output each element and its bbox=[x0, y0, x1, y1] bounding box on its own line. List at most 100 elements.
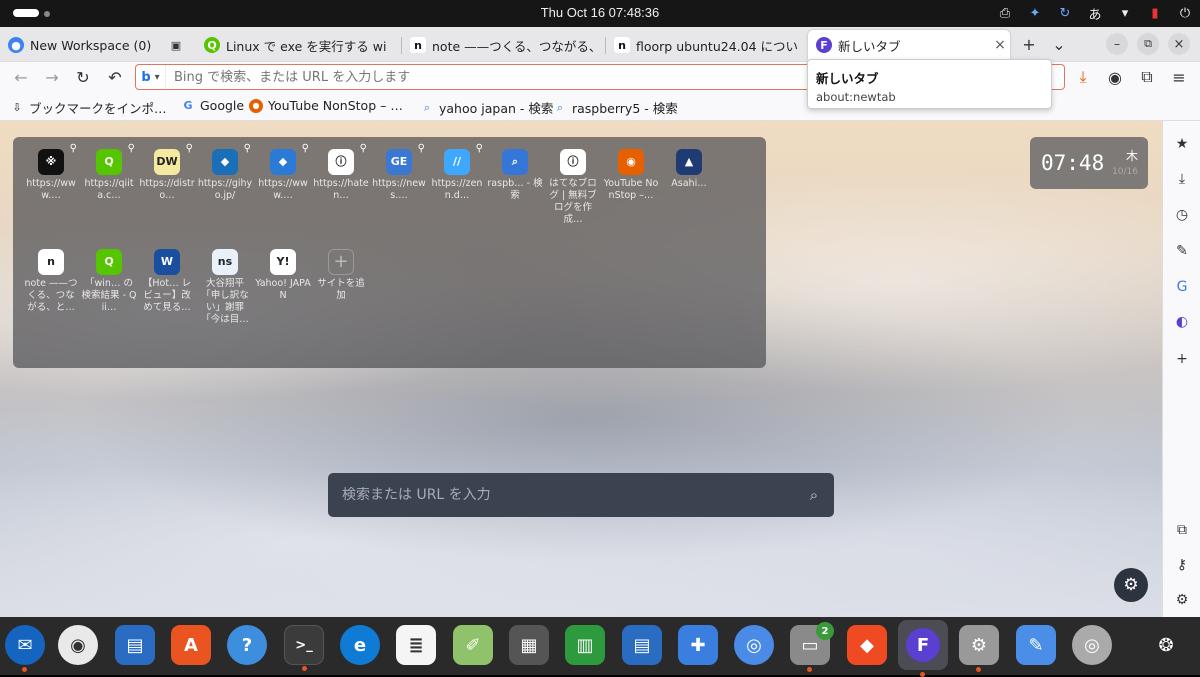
passwords-key-icon[interactable]: ⚷ bbox=[1163, 554, 1200, 576]
bookmarks-star-icon[interactable]: ★ bbox=[1163, 133, 1200, 155]
printer-icon[interactable]: ⎙ bbox=[990, 6, 1020, 21]
app-center-icon[interactable]: A bbox=[171, 625, 211, 665]
bookmark-google[interactable]: G Google bbox=[181, 98, 244, 113]
top-site-tile[interactable]: Q 「win… の検索結果 - Qii… bbox=[81, 249, 137, 314]
notes-pen-icon[interactable]: ✎ bbox=[1163, 240, 1200, 262]
pin-icon[interactable]: ⚲ bbox=[302, 143, 309, 155]
gimp-icon[interactable]: ✐ bbox=[453, 625, 493, 665]
writer-icon[interactable]: ▤ bbox=[115, 625, 155, 665]
top-site-tile[interactable]: ◉ YouTube NonStop –… bbox=[603, 149, 659, 202]
files-icon[interactable]: ▭ 2 bbox=[790, 622, 834, 672]
account-icon[interactable]: ◉ bbox=[1104, 66, 1126, 88]
top-site-tile[interactable]: ※ ⚲ https://www.… bbox=[23, 143, 79, 202]
newtab-search-input[interactable] bbox=[328, 487, 794, 503]
top-site-tile[interactable]: // ⚲ https://zenn.d… bbox=[429, 143, 485, 202]
tab-new-tab[interactable]: F 新しいタブ × bbox=[808, 30, 1010, 60]
minimize-button[interactable]: – bbox=[1106, 33, 1128, 55]
bookmark-import[interactable]: ⇩ ブックマークをインポ… bbox=[10, 98, 166, 117]
add-panel-icon[interactable]: + bbox=[1163, 348, 1200, 370]
forward-button[interactable]: → bbox=[41, 66, 63, 88]
top-site-tile[interactable]: ns 大谷翔平「申し訳ない」謝罪「今は目… bbox=[197, 249, 253, 326]
power-icon[interactable]: ⏻ bbox=[1170, 6, 1200, 21]
reload-button[interactable]: ↻ bbox=[72, 66, 94, 88]
site-favicon-icon: ⌕ bbox=[502, 149, 528, 175]
undo-close-tab-button[interactable]: ↶ bbox=[104, 66, 126, 88]
restore-button[interactable]: ⧉ bbox=[1137, 33, 1159, 55]
firefox-icon: ● bbox=[249, 98, 263, 113]
downloads-sidebar-icon[interactable]: ⤓ bbox=[1163, 168, 1200, 190]
notes-app-icon[interactable]: ✎ bbox=[1016, 625, 1056, 665]
battery-icon[interactable]: ▮ bbox=[1140, 6, 1170, 21]
copilot-icon[interactable]: ✦ bbox=[1020, 6, 1050, 21]
edge-icon[interactable]: e bbox=[340, 625, 380, 665]
top-site-tile[interactable]: Y! Yahoo! JAPAN bbox=[255, 249, 311, 302]
top-site-tile[interactable]: ⌕ raspb… - 検索 bbox=[487, 149, 543, 202]
top-site-tile[interactable]: Q ⚲ https://qiita.c… bbox=[81, 143, 137, 202]
top-site-tile[interactable]: n note ——つくる、つながる、と… bbox=[23, 249, 79, 314]
close-tab-icon[interactable]: × bbox=[990, 37, 1010, 53]
bookmark-yahoo-search[interactable]: ⌕ yahoo japan - 検索 bbox=[420, 98, 553, 117]
rhythmbox-icon[interactable]: ◉ bbox=[58, 625, 98, 665]
pin-icon[interactable]: ⚲ bbox=[360, 143, 367, 155]
history-icon[interactable]: ◷ bbox=[1163, 204, 1200, 226]
help-icon[interactable]: ? bbox=[227, 625, 267, 665]
site-favicon-icon: W bbox=[154, 249, 180, 275]
top-site-tile[interactable]: + サイトを追加 bbox=[313, 249, 369, 302]
tab-workspace[interactable]: ● New Workspace (0) bbox=[0, 30, 160, 60]
pin-icon[interactable]: ⚲ bbox=[476, 143, 483, 155]
sidebar-settings-gear-icon[interactable]: ⚙ bbox=[1163, 589, 1200, 611]
sync-icon[interactable]: ↻ bbox=[1050, 6, 1080, 21]
clock-date: 10/16 bbox=[1112, 167, 1138, 177]
newtab-search-box[interactable]: ⌕ bbox=[328, 473, 834, 517]
workspaces-icon[interactable]: ▦ bbox=[509, 625, 549, 665]
search-engine-selector[interactable]: b ▾ bbox=[136, 65, 166, 89]
new-tab-button[interactable]: + bbox=[1018, 33, 1040, 55]
brave-icon[interactable]: ◆ bbox=[847, 625, 887, 665]
calc-icon[interactable]: ▥ bbox=[565, 625, 605, 665]
pin-icon[interactable]: ⚲ bbox=[418, 143, 425, 155]
newtab-settings-button[interactable]: ⚙ bbox=[1114, 568, 1148, 602]
wifi-icon[interactable]: ▾ bbox=[1110, 6, 1140, 21]
floorp-panel-icon[interactable]: ◐ bbox=[1163, 311, 1200, 333]
search-icon[interactable]: ⌕ bbox=[794, 486, 834, 504]
tab-archive-button[interactable]: ▣ bbox=[160, 30, 196, 60]
top-site-tile[interactable]: ⓘ ⚲ https://haten… bbox=[313, 143, 369, 202]
top-site-tile[interactable]: W 【Hot… レビュー】改めて見る… bbox=[139, 249, 195, 314]
extensions-icon[interactable]: ⧉ bbox=[1136, 66, 1158, 88]
archive-icon: ▣ bbox=[170, 38, 182, 52]
tab-linux-exe[interactable]: Q Linux で exe を実行する wi bbox=[196, 30, 396, 60]
text-editor-icon[interactable]: ≣ bbox=[396, 625, 436, 665]
top-site-tile[interactable]: DW ⚲ https://distro… bbox=[139, 143, 195, 202]
chromium-icon[interactable]: ◎ bbox=[734, 625, 774, 665]
top-site-tile[interactable]: GE ⚲ https://news.… bbox=[371, 143, 427, 202]
top-site-tile[interactable]: ▲ Asahi… bbox=[661, 149, 717, 190]
downloads-icon[interactable]: ⤓ bbox=[1072, 66, 1094, 88]
impress-icon[interactable]: ▤ bbox=[622, 625, 662, 665]
tab-floorp-ubuntu[interactable]: n floorp ubuntu24.04 につい bbox=[606, 30, 804, 60]
addons-icon[interactable]: ⧉ bbox=[1163, 519, 1200, 541]
terminal-icon[interactable]: >_ bbox=[284, 625, 324, 671]
pin-icon[interactable]: ⚲ bbox=[128, 143, 135, 155]
top-site-tile[interactable]: ⓘ はてなブログ | 無料ブログを作成… bbox=[545, 149, 601, 226]
close-window-button[interactable]: × bbox=[1168, 33, 1190, 55]
floorp-dock-icon[interactable]: F bbox=[898, 620, 948, 677]
tab-note[interactable]: n note ——つくる、つながる、 bbox=[402, 30, 602, 60]
show-apps-icon[interactable]: ❂ bbox=[1146, 625, 1186, 665]
pin-icon[interactable]: ⚲ bbox=[186, 143, 193, 155]
input-method-indicator[interactable]: あ bbox=[1080, 4, 1110, 23]
extensions-puzzle-icon[interactable]: ✚ bbox=[678, 625, 718, 665]
top-site-tile[interactable]: ◆ ⚲ https://gihyo.jp/ bbox=[197, 143, 253, 202]
pin-icon[interactable]: ⚲ bbox=[244, 143, 251, 155]
settings-icon[interactable]: ⚙ bbox=[959, 625, 999, 672]
menu-icon[interactable]: ≡ bbox=[1168, 66, 1190, 88]
back-button[interactable]: ← bbox=[10, 66, 32, 88]
bookmark-raspberry-search[interactable]: ⌕ raspberry5 - 検索 bbox=[553, 98, 678, 117]
import-icon: ⇩ bbox=[12, 101, 22, 114]
disc-icon[interactable]: ◎ bbox=[1072, 625, 1112, 665]
pin-icon[interactable]: ⚲ bbox=[70, 143, 77, 155]
bookmark-youtube-nonstop[interactable]: ● YouTube NonStop – … bbox=[249, 98, 403, 113]
thunderbird-icon[interactable]: ✉ bbox=[5, 625, 45, 672]
translate-icon[interactable]: G bbox=[1163, 276, 1200, 298]
top-site-tile[interactable]: ◆ ⚲ https://www.… bbox=[255, 143, 311, 202]
list-tabs-button[interactable]: ⌄ bbox=[1048, 33, 1070, 55]
